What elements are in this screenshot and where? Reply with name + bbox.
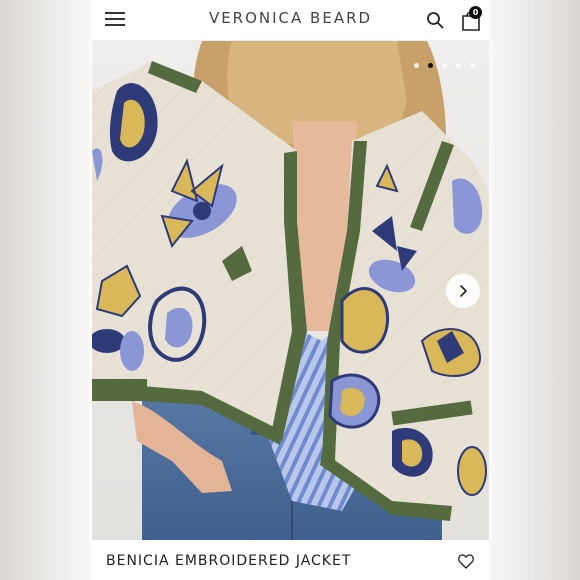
product-info-bar: BENICIA EMBROIDERED JACKET xyxy=(92,540,489,580)
product-title: BENICIA EMBROIDERED JACKET xyxy=(106,553,352,569)
product-page: VERONICA BEARD 0 BENICIA EMBROIDERED JAC… xyxy=(92,0,489,580)
chevron-right-icon xyxy=(460,285,467,297)
heart-icon[interactable] xyxy=(458,554,474,569)
search-icon[interactable] xyxy=(426,11,444,29)
next-image-button[interactable] xyxy=(446,274,480,308)
app-header: VERONICA BEARD 0 xyxy=(92,0,489,41)
product-photo-illustration xyxy=(92,41,489,540)
product-image[interactable] xyxy=(92,41,489,540)
carousel-dot[interactable] xyxy=(456,63,461,68)
carousel-dot[interactable] xyxy=(414,63,419,68)
bag-count-badge: 0 xyxy=(469,6,482,19)
carousel-dot-active[interactable] xyxy=(428,63,433,68)
carousel-dot[interactable] xyxy=(470,63,475,68)
carousel-dots xyxy=(414,63,475,69)
carousel-dot[interactable] xyxy=(442,63,447,68)
